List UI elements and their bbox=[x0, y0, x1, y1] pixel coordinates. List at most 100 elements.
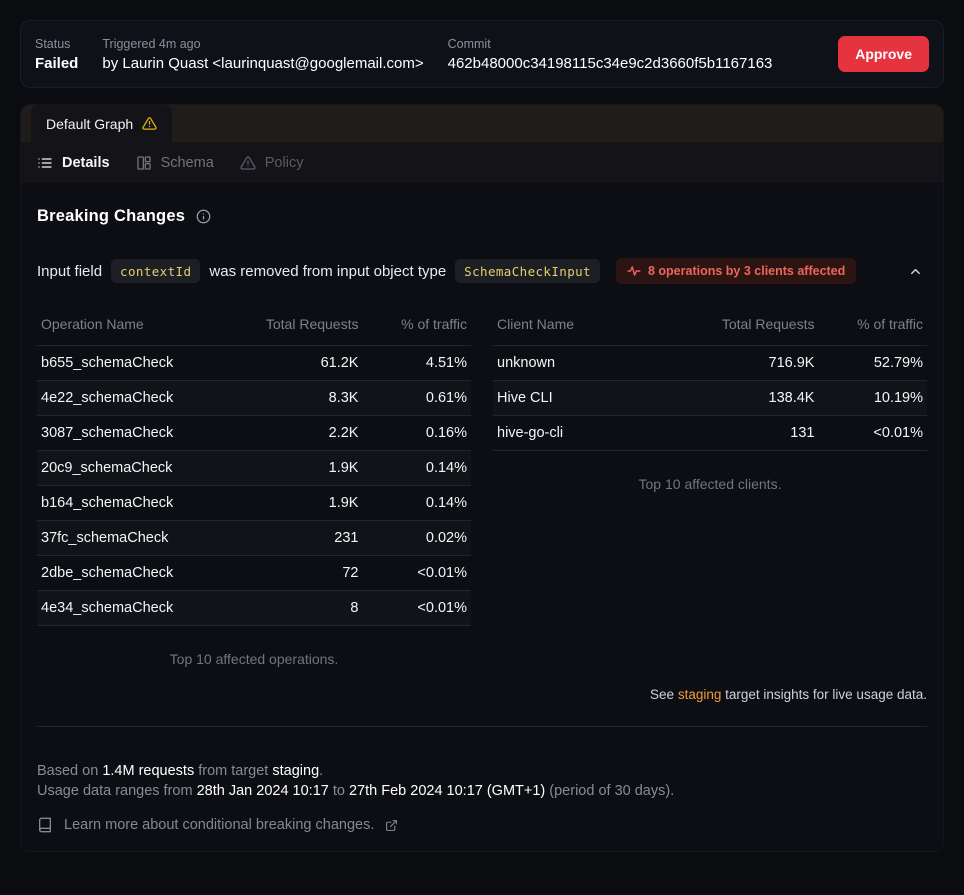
operations-caption: Top 10 affected operations. bbox=[37, 626, 471, 667]
tab-default-graph[interactable]: Default Graph bbox=[31, 105, 172, 142]
commit-hash: 462b48000c34198115c34e9c2d3660f5b1167163 bbox=[448, 55, 773, 72]
graph-tab-strip: Default Graph bbox=[21, 105, 943, 142]
target-name: staging bbox=[272, 763, 319, 779]
insights-note-prefix: See bbox=[650, 687, 678, 702]
cell-value: 72 bbox=[228, 556, 363, 591]
commit-group: Commit 462b48000c34198115c34e9c2d3660f5b… bbox=[448, 37, 773, 72]
operation-link[interactable]: b655_schemaCheck bbox=[37, 346, 228, 381]
policy-warning-icon bbox=[240, 155, 256, 171]
tab-details-label: Details bbox=[62, 155, 110, 171]
client-name: Hive CLI bbox=[493, 381, 684, 416]
list-icon bbox=[37, 155, 53, 171]
insights-note-suffix: target insights for live usage data. bbox=[721, 687, 927, 702]
table-row: 20c9_schemaCheck1.9K0.14% bbox=[37, 451, 471, 486]
operation-link[interactable]: b164_schemaCheck bbox=[37, 486, 228, 521]
operation-link[interactable]: 4e34_schemaCheck bbox=[37, 591, 228, 626]
info-icon[interactable] bbox=[196, 209, 211, 224]
column-header: % of traffic bbox=[818, 308, 927, 346]
commit-label: Commit bbox=[448, 37, 773, 51]
graph-warning-icon bbox=[142, 116, 157, 131]
tab-policy-label: Policy bbox=[265, 155, 304, 171]
triggered-group: Triggered 4m ago by Laurin Quast <laurin… bbox=[102, 37, 423, 72]
table-row: 2dbe_schemaCheck72<0.01% bbox=[37, 556, 471, 591]
cell-value: 8 bbox=[228, 591, 363, 626]
graph-tab-label: Default Graph bbox=[46, 116, 133, 132]
status-label: Status bbox=[35, 37, 78, 51]
type-code-badge: SchemaCheckInput bbox=[455, 259, 600, 283]
learn-more-link[interactable]: Learn more about conditional breaking ch… bbox=[37, 817, 927, 835]
table-row: hive-go-cli131<0.01% bbox=[493, 416, 927, 451]
breaking-changes-title: Breaking Changes bbox=[37, 207, 185, 226]
clients-table-wrap: Client NameTotal Requests% of traffic un… bbox=[493, 308, 927, 667]
operation-link[interactable]: 37fc_schemaCheck bbox=[37, 521, 228, 556]
learn-more-label: Learn more about conditional breaking ch… bbox=[64, 817, 374, 833]
table-row: b164_schemaCheck1.9K0.14% bbox=[37, 486, 471, 521]
cell-value: 8.3K bbox=[228, 381, 363, 416]
operation-link[interactable]: 20c9_schemaCheck bbox=[37, 451, 228, 486]
cell-value: 716.9K bbox=[684, 346, 819, 381]
column-header: Operation Name bbox=[37, 308, 228, 346]
table-row: b655_schemaCheck61.2K4.51% bbox=[37, 346, 471, 381]
change-text-middle: was removed from input object type bbox=[209, 263, 446, 280]
client-name: hive-go-cli bbox=[493, 416, 684, 451]
subnav: Details Schema Policy bbox=[21, 142, 943, 183]
breaking-change-row[interactable]: Input field contextId was removed from i… bbox=[37, 258, 927, 284]
table-row: unknown716.9K52.79% bbox=[493, 346, 927, 381]
section-divider bbox=[37, 726, 927, 727]
triggered-author: by Laurin Quast <laurinquast@googlemail.… bbox=[102, 55, 423, 72]
usage-summary-line2: Usage data ranges from 28th Jan 2024 10:… bbox=[37, 781, 927, 801]
check-detail-card: Default Graph Details Schema Policy bbox=[20, 104, 944, 852]
approve-button[interactable]: Approve bbox=[838, 36, 929, 72]
tab-policy[interactable]: Policy bbox=[240, 155, 304, 171]
cell-value: 61.2K bbox=[228, 346, 363, 381]
operation-link[interactable]: 4e22_schemaCheck bbox=[37, 381, 228, 416]
book-icon bbox=[37, 817, 53, 833]
table-row: 4e34_schemaCheck8<0.01% bbox=[37, 591, 471, 626]
operation-link[interactable]: 2dbe_schemaCheck bbox=[37, 556, 228, 591]
tab-schema-label: Schema bbox=[161, 155, 214, 171]
details-content: Breaking Changes Input field contextId w… bbox=[21, 183, 943, 851]
range-start: 28th Jan 2024 10:17 bbox=[197, 783, 329, 799]
status-group: Status Failed bbox=[35, 37, 78, 72]
cell-value: 0.14% bbox=[362, 486, 471, 521]
collapse-chevron-icon[interactable] bbox=[904, 260, 927, 283]
cell-value: <0.01% bbox=[362, 591, 471, 626]
cell-value: 231 bbox=[228, 521, 363, 556]
tab-schema[interactable]: Schema bbox=[136, 155, 214, 171]
request-count: 1.4M requests bbox=[102, 763, 194, 779]
cell-value: 0.61% bbox=[362, 381, 471, 416]
operations-table: Operation NameTotal Requests% of traffic… bbox=[37, 308, 471, 626]
tab-details[interactable]: Details bbox=[37, 155, 110, 171]
table-row: 4e22_schemaCheck8.3K0.61% bbox=[37, 381, 471, 416]
external-link-icon bbox=[385, 819, 398, 832]
column-header: % of traffic bbox=[362, 308, 471, 346]
status-value: Failed bbox=[35, 55, 78, 72]
column-header: Total Requests bbox=[228, 308, 363, 346]
activity-pulse-icon bbox=[627, 264, 641, 278]
cell-value: 10.19% bbox=[818, 381, 927, 416]
usage-tables: Operation NameTotal Requests% of traffic… bbox=[37, 308, 927, 667]
cell-value: 52.79% bbox=[818, 346, 927, 381]
range-end: 27th Feb 2024 10:17 (GMT+1) bbox=[349, 783, 545, 799]
operation-link[interactable]: 3087_schemaCheck bbox=[37, 416, 228, 451]
cell-value: 2.2K bbox=[228, 416, 363, 451]
triggered-label: Triggered 4m ago bbox=[102, 37, 423, 51]
cell-value: 1.9K bbox=[228, 486, 363, 521]
schema-columns-icon bbox=[136, 155, 152, 171]
staging-insights-link[interactable]: staging bbox=[678, 687, 722, 702]
cell-value: 0.16% bbox=[362, 416, 471, 451]
table-row: 37fc_schemaCheck2310.02% bbox=[37, 521, 471, 556]
cell-value: 0.02% bbox=[362, 521, 471, 556]
operations-table-wrap: Operation NameTotal Requests% of traffic… bbox=[37, 308, 471, 667]
cell-value: <0.01% bbox=[818, 416, 927, 451]
column-header: Client Name bbox=[493, 308, 684, 346]
client-name: unknown bbox=[493, 346, 684, 381]
table-row: Hive CLI138.4K10.19% bbox=[493, 381, 927, 416]
cell-value: <0.01% bbox=[362, 556, 471, 591]
check-header-card: Status Failed Triggered 4m ago by Laurin… bbox=[20, 20, 944, 88]
cell-value: 138.4K bbox=[684, 381, 819, 416]
insights-note: See staging target insights for live usa… bbox=[37, 687, 927, 702]
usage-summary-line1: Based on 1.4M requests from target stagi… bbox=[37, 761, 927, 781]
change-text-prefix: Input field bbox=[37, 263, 102, 280]
cell-value: 0.14% bbox=[362, 451, 471, 486]
